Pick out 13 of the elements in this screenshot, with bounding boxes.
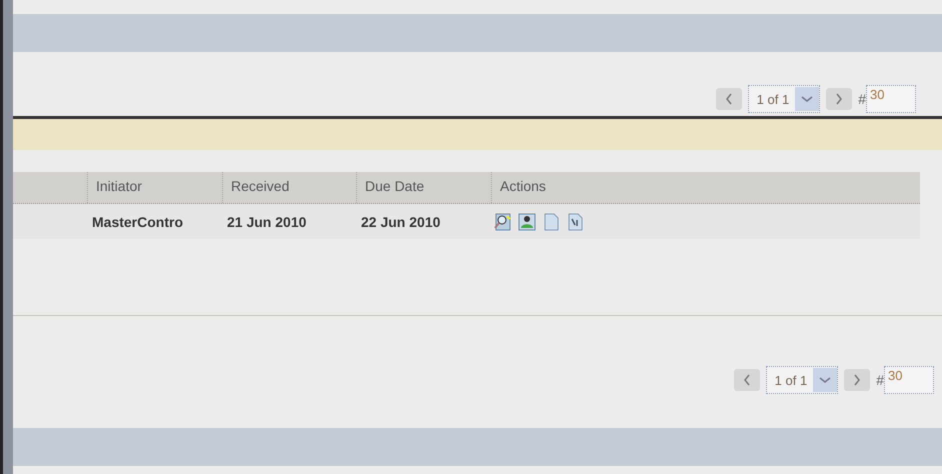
table-cell-text: 21 Jun 2010	[226, 214, 308, 230]
page-size-field[interactable]: 30	[866, 85, 916, 113]
table-cell-text: 22 Jun 2010	[360, 214, 442, 230]
column-header: Initiator	[87, 172, 222, 203]
page-select[interactable]: 1 of 1	[766, 366, 838, 394]
column-header: Received	[222, 172, 356, 203]
page-select[interactable]: 1 of 1	[748, 85, 820, 113]
page-size-field[interactable]: 30	[884, 366, 934, 394]
column-header: Due Date	[356, 172, 491, 203]
table-cell-text: MasterContro	[91, 214, 184, 230]
hash-label: #	[876, 372, 884, 388]
hash-label: #	[858, 91, 866, 107]
column-header: Actions	[491, 172, 920, 203]
